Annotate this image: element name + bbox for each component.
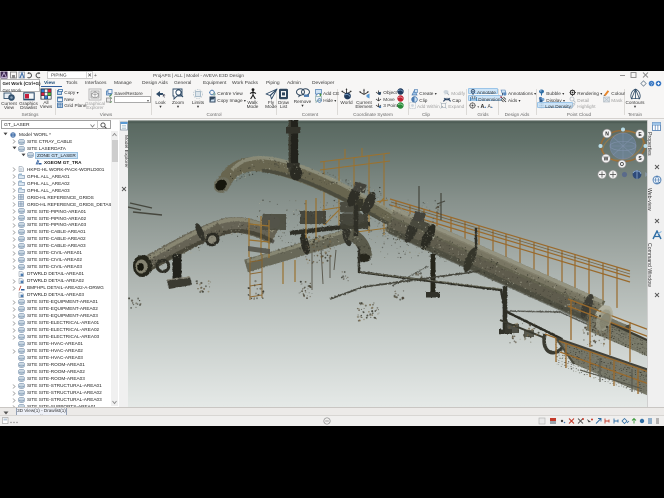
svg-text:W: W	[604, 157, 609, 163]
svg-text:PIPING: PIPING	[51, 72, 67, 77]
svg-text:N: N	[605, 132, 609, 138]
svg-text:O: O	[620, 162, 624, 168]
